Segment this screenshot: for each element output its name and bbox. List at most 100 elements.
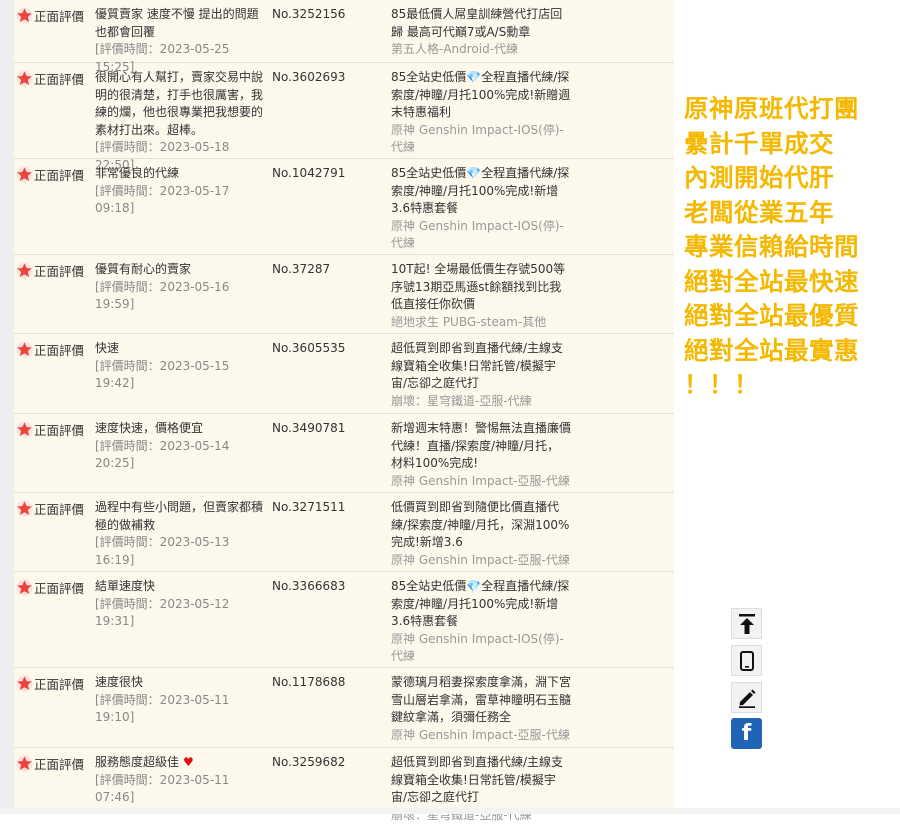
review-time: [評價時間：2023-05-17 09:18] (95, 183, 265, 218)
rating-badge: 正面評價 (16, 674, 84, 692)
promo-line: 纍計千單成交 (684, 127, 894, 162)
promo-line: 內測開始代肝 (684, 161, 894, 196)
product-info: 低價買到即省到隨便比價直播代練/探索度/神瞳/月托，深淵100%完成!新增3.6… (391, 499, 571, 569)
product-title-link[interactable]: 超低買到即省到直播代練/主線支線寶箱全收集!日常託管/模擬宇宙/忘卻之庭代打 (391, 754, 571, 807)
comment-text: 服務態度超級佳 (95, 755, 179, 769)
review-list: 正面評價 優質賣家 速度不慢 提出的問題也都會回覆 [評價時間：2023-05-… (14, 0, 674, 814)
scroll-to-top-button[interactable] (731, 608, 762, 639)
product-title-link[interactable]: 超低買到即省到直播代練/主線支線寶箱全收集!日常託管/模擬宇宙/忘卻之庭代打 (391, 340, 571, 393)
rating-label: 正面評價 (34, 261, 84, 280)
facebook-share-button[interactable]: f (731, 718, 762, 749)
product-title-link[interactable]: 蒙德璃月稻妻探索度拿滿，淵下宮雪山層岩拿滿，雷草神瞳明石玉髓鍵紋拿滿，須彌任務全 (391, 674, 571, 727)
promo-line: 專業信賴給時間 (684, 230, 894, 265)
review-row: 正面評價 快速 [評價時間：2023-05-15 19:42] No.36055… (14, 334, 674, 414)
comment-text: 速度快速，價格便宜 (95, 420, 265, 438)
promo-line: 絕對全站最優質 (684, 299, 894, 334)
review-time: [評價時間：2023-05-14 20:25] (95, 438, 265, 473)
review-time: [評價時間：2023-05-12 19:31] (95, 596, 265, 631)
order-number: No.3252156 (272, 6, 345, 24)
rating-star-icon (16, 675, 33, 692)
product-game: 原神 Genshin Impact-亞服-代練 (391, 552, 571, 570)
order-number: No.3271511 (272, 499, 345, 517)
product-title-link[interactable]: 85全站史低價💎全程直播代練/探索度/神瞳/月托100%完成!新增3.6特惠套餐 (391, 578, 571, 631)
product-title-link[interactable]: 85全站史低價💎全程直播代練/探索度/神瞳/月托100%完成!新增3.6特惠套餐 (391, 165, 571, 218)
review-comment: 優質有耐心的賣家 [評價時間：2023-05-16 19:59] (95, 261, 265, 314)
product-game: 原神 Genshin Impact-IOS(停)-代練 (391, 122, 571, 157)
product-game: 第五人格-Android-代練 (391, 41, 571, 59)
review-row: 正面評價 過程中有些小問題，但賣家都積極的做補救 [評價時間：2023-05-1… (14, 493, 674, 572)
product-title-link[interactable]: 85全站史低價💎全程直播代練/探索度/神瞳/月托100%完成!新贈週末特惠福利 (391, 69, 571, 122)
product-info: 85全站史低價💎全程直播代練/探索度/神瞳/月托100%完成!新增3.6特惠套餐… (391, 165, 571, 253)
product-title-link[interactable]: 85最低價人屌皇訓練營代打店回歸 最高可代巔7或A/S勳章 (391, 6, 571, 41)
rating-label: 正面評價 (34, 165, 84, 184)
product-title-link[interactable]: 低價買到即省到隨便比價直播代練/探索度/神瞳/月托，深淵100%完成!新增3.6 (391, 499, 571, 552)
review-row: 正面評價 結單速度快 [評價時間：2023-05-12 19:31] No.33… (14, 572, 674, 668)
review-row: 正面評價 速度快速，價格便宜 [評價時間：2023-05-14 20:25] N… (14, 414, 674, 493)
review-row: 正面評價 速度很快 [評價時間：2023-05-11 19:10] No.117… (14, 668, 674, 748)
rating-label: 正面評價 (34, 340, 84, 359)
comment-text: 非常優良的代練 (95, 165, 265, 183)
order-number: No.3259682 (272, 754, 345, 772)
review-time: [評價時間：2023-05-16 19:59] (95, 279, 265, 314)
review-comment: 速度很快 [評價時間：2023-05-11 19:10] (95, 674, 265, 727)
product-game: 原神 Genshin Impact-IOS(停)-代練 (391, 631, 571, 666)
product-info: 85全站史低價💎全程直播代練/探索度/神瞳/月托100%完成!新增3.6特惠套餐… (391, 578, 571, 666)
left-margin-strip (0, 0, 14, 814)
product-info: 85最低價人屌皇訓練營代打店回歸 最高可代巔7或A/S勳章 第五人格-Andro… (391, 6, 571, 59)
review-comment: 速度快速，價格便宜 [評價時間：2023-05-14 20:25] (95, 420, 265, 473)
rating-star-icon (16, 7, 33, 24)
rating-label: 正面評價 (34, 754, 84, 773)
promo-line: 老闆從業五年 (684, 196, 894, 231)
rating-badge: 正面評價 (16, 499, 84, 517)
rating-badge: 正面評價 (16, 578, 84, 596)
order-number: No.3602693 (272, 69, 345, 87)
order-number: No.37287 (272, 261, 330, 279)
review-time: [評價時間：2023-05-15 19:42] (95, 358, 265, 393)
product-info: 10T起! 全場最低價生存號500等序號13期亞馬遜st餘額找到比我低直接任你砍… (391, 261, 571, 331)
order-number: No.3366683 (272, 578, 345, 596)
rating-badge: 正面評價 (16, 165, 84, 183)
promo-line: 絕對全站最實惠 (684, 334, 894, 369)
rating-star-icon (16, 579, 33, 596)
facebook-icon: f (742, 721, 752, 746)
rating-star-icon (16, 755, 33, 772)
product-game: 原神 Genshin Impact-亞服-代練 (391, 727, 571, 745)
horizontal-scrollbar[interactable] (0, 808, 900, 814)
product-info: 新增週末特惠！警惕無法直播廉價代練！直播/探索度/神瞳/月托，材料100%完成!… (391, 420, 571, 490)
review-row: 正面評價 服務態度超級佳♥ [評價時間：2023-05-11 07:46] No… (14, 748, 674, 814)
rating-star-icon (16, 166, 33, 183)
review-row: 正面評價 很開心有人幫打，賣家交易中說明的很清楚，打手也很厲害，我練的爛，他也很… (14, 63, 674, 159)
comment-text: 快速 (95, 340, 265, 358)
mobile-version-button[interactable] (731, 645, 762, 676)
review-row: 正面評價 優質賣家 速度不慢 提出的問題也都會回覆 [評價時間：2023-05-… (14, 0, 674, 63)
order-number: No.3490781 (272, 420, 345, 438)
product-info: 85全站史低價💎全程直播代練/探索度/神瞳/月托100%完成!新贈週末特惠福利 … (391, 69, 571, 157)
scroll-to-top-icon (738, 613, 756, 635)
comment-text: 過程中有些小問題，但賣家都積極的做補救 (95, 499, 265, 534)
rating-star-icon (16, 262, 33, 279)
review-comment: 快速 [評價時間：2023-05-15 19:42] (95, 340, 265, 393)
rating-label: 正面評價 (34, 6, 84, 25)
comment-text: 優質賣家 速度不慢 提出的問題也都會回覆 (95, 6, 265, 41)
review-comment: 非常優良的代練 [評價時間：2023-05-17 09:18] (95, 165, 265, 218)
product-game: 原神 Genshin Impact-IOS(停)-代練 (391, 218, 571, 253)
rating-badge: 正面評價 (16, 420, 84, 438)
order-number: No.3605535 (272, 340, 345, 358)
rating-label: 正面評價 (34, 578, 84, 597)
product-title-link[interactable]: 新增週末特惠！警惕無法直播廉價代練！直播/探索度/神瞳/月托，材料100%完成! (391, 420, 571, 473)
review-time: [評價時間：2023-05-11 19:10] (95, 692, 265, 727)
comment-text: 速度很快 (95, 674, 265, 692)
rating-badge: 正面評價 (16, 6, 84, 24)
product-title-link[interactable]: 10T起! 全場最低價生存號500等序號13期亞馬遜st餘額找到比我低直接任你砍… (391, 261, 571, 314)
pencil-edit-icon (737, 688, 757, 708)
rating-label: 正面評價 (34, 69, 84, 88)
review-time: [評價時間：2023-05-11 07:46] (95, 772, 265, 807)
review-row: 正面評價 優質有耐心的賣家 [評價時間：2023-05-16 19:59] No… (14, 255, 674, 334)
comment-text: 優質有耐心的賣家 (95, 261, 265, 279)
write-review-button[interactable] (731, 682, 762, 713)
rating-badge: 正面評價 (16, 261, 84, 279)
order-number: No.1178688 (272, 674, 345, 692)
rating-star-icon (16, 500, 33, 517)
comment-text: 結單速度快 (95, 578, 265, 596)
rating-label: 正面評價 (34, 674, 84, 693)
